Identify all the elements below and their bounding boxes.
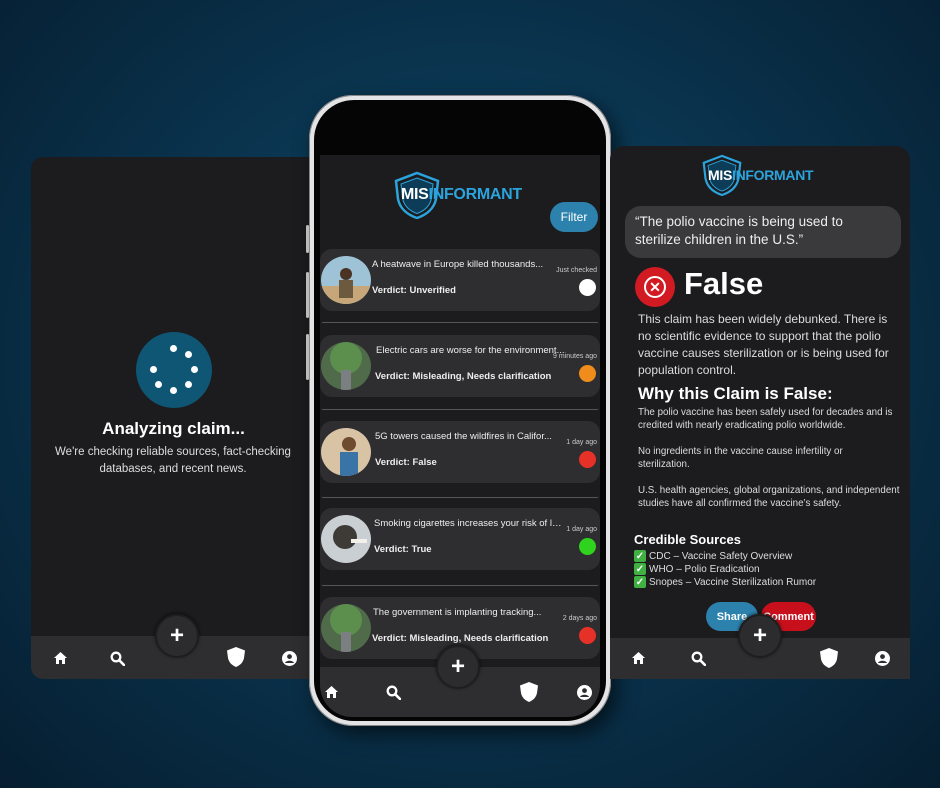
divider [322, 585, 598, 586]
source-link[interactable]: ✓ CDC – Vaccine Safety Overview [634, 550, 792, 562]
reason-text: U.S. health agencies, global organizatio… [638, 485, 900, 509]
status-dot [579, 451, 596, 468]
why-heading: Why this Claim is False: [638, 384, 833, 403]
false-x-icon: ✕ [635, 267, 675, 307]
analyzing-screen: Analyzing claim... We're checking reliab… [31, 157, 311, 679]
divider [322, 409, 598, 410]
claim-time: 2 days ago [562, 615, 597, 622]
reason-text: The polio vaccine has been safely used f… [638, 407, 893, 431]
shield-icon[interactable] [225, 646, 247, 668]
logo-text-informant: INFORMANT [428, 186, 523, 203]
search-icon[interactable] [384, 683, 402, 701]
loading-spinner-icon [136, 332, 212, 408]
claim-verdict: Verdict: Misleading, Needs clarification [375, 371, 552, 382]
filter-button[interactable]: Filter [550, 202, 598, 232]
app-logo: MIS INFORMANT [394, 171, 522, 219]
bottom-nav: + [610, 614, 910, 679]
claim-card[interactable]: A heatwave in Europe killed thousands...… [320, 249, 600, 311]
claim-time: Just checked [556, 267, 597, 274]
claim-verdict: Verdict: Misleading, Needs clarification [372, 633, 549, 644]
checkmark-icon: ✓ [634, 576, 646, 588]
logo-text-mis: MIS [708, 167, 732, 183]
search-icon[interactable] [108, 649, 126, 667]
feed-screen: MIS INFORMANT Filter A heatwave in Europ… [320, 155, 600, 717]
bottom-nav: + [31, 614, 311, 679]
profile-icon[interactable] [280, 649, 298, 667]
status-dot [579, 627, 596, 644]
source-label: WHO – Polio Eradication [649, 563, 760, 575]
claim-verdict: Verdict: False [375, 457, 437, 468]
sources-heading: Credible Sources [634, 532, 741, 547]
claim-card[interactable]: Electric cars are worse for the environm… [320, 335, 600, 397]
home-icon[interactable] [323, 684, 339, 700]
claim-title: 5G towers caused the wildfires in Califo… [375, 431, 552, 442]
home-icon[interactable] [630, 650, 646, 666]
claim-thumbnail [321, 604, 371, 652]
phone-side-button [306, 272, 309, 318]
claim-time: 1 day ago [566, 526, 597, 533]
status-dot [579, 365, 596, 382]
add-claim-button[interactable]: + [738, 614, 782, 658]
verdict-label: False [684, 266, 764, 301]
claim-thumbnail [321, 256, 371, 304]
claim-title: Electric cars are worse for the environm… [376, 345, 565, 356]
shield-icon[interactable] [818, 647, 840, 669]
phone-side-button [306, 225, 309, 253]
analyzing-subtitle: We're checking reliable sources, fact-ch… [55, 446, 291, 475]
verdict-summary: This claim has been widely debunked. The… [638, 312, 889, 377]
bottom-nav: + [320, 645, 600, 717]
claim-thumbnail [321, 428, 371, 476]
claim-verdict: Verdict: Unverified [372, 285, 456, 296]
status-dot [579, 279, 596, 296]
claim-title: A heatwave in Europe killed thousands... [372, 259, 544, 270]
claim-thumbnail [321, 515, 371, 563]
logo-text-mis: MIS [401, 186, 429, 203]
source-link[interactable]: ✓ WHO – Polio Eradication [634, 563, 760, 575]
claim-card[interactable]: 5G towers caused the wildfires in Califo… [320, 421, 600, 483]
app-logo: MIS INFORMANT [702, 154, 814, 196]
checkmark-icon: ✓ [634, 550, 646, 562]
claim-time: 1 day ago [566, 439, 597, 446]
analyzing-title: Analyzing claim... [102, 419, 245, 438]
shield-icon[interactable] [518, 681, 540, 703]
claim-thumbnail [321, 342, 371, 390]
claim-card[interactable]: Smoking cigarettes increases your risk o… [320, 508, 600, 570]
source-label: CDC – Vaccine Safety Overview [649, 550, 793, 562]
add-claim-button[interactable]: + [155, 614, 199, 658]
claim-title: Smoking cigarettes increases your risk o… [374, 518, 566, 529]
search-icon[interactable] [689, 649, 707, 667]
source-label: Snopes – Vaccine Sterilization Rumor [649, 576, 817, 588]
logo-text-informant: INFORMANT [732, 167, 814, 183]
add-claim-button[interactable]: + [436, 645, 480, 689]
claim-title: The government is implanting tracking... [373, 607, 542, 618]
phone-side-button [306, 334, 309, 380]
claim-detail-screen: MIS INFORMANT “The polio vaccine is bein… [610, 146, 910, 679]
claim-quote: “The polio vaccine is being used to ster… [625, 206, 901, 258]
checkmark-icon: ✓ [634, 563, 646, 575]
profile-icon[interactable] [873, 649, 891, 667]
profile-icon[interactable] [575, 683, 593, 701]
divider [322, 322, 598, 323]
home-icon[interactable] [52, 650, 68, 666]
claim-time: 9 minutes ago [553, 353, 597, 360]
source-link[interactable]: ✓ Snopes – Vaccine Sterilization Rumor [634, 576, 816, 588]
status-dot [579, 538, 596, 555]
divider [322, 497, 598, 498]
reason-text: No ingredients in the vaccine cause infe… [638, 446, 843, 470]
claim-verdict: Verdict: True [374, 544, 432, 555]
